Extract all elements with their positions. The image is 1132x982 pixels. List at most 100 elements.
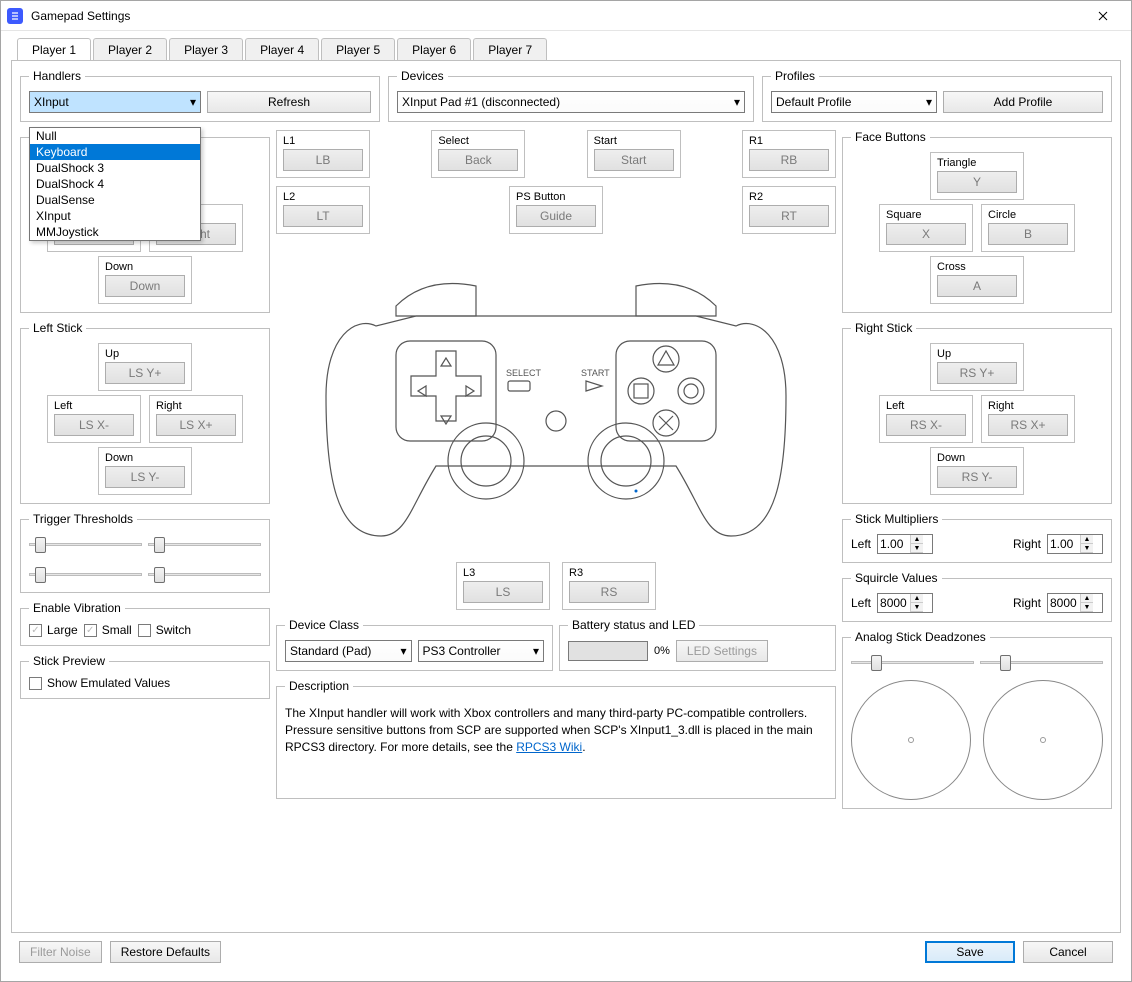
handler-dropdown[interactable]: Null Keyboard DualShock 3 DualShock 4 Du…: [29, 127, 201, 241]
ls-down-button[interactable]: LS Y-: [105, 466, 185, 488]
mult-left-input[interactable]: [878, 537, 910, 551]
tab-player-3[interactable]: Player 3: [169, 38, 243, 62]
tab-player-1[interactable]: Player 1: [17, 38, 91, 62]
show-emulated-check[interactable]: Show Emulated Values: [29, 676, 261, 690]
l1-button[interactable]: LB: [283, 149, 363, 171]
spin-up-icon[interactable]: ▲: [1081, 535, 1093, 544]
dpad-down-label: Down: [105, 261, 185, 273]
tab-player-2[interactable]: Player 2: [93, 38, 167, 62]
handler-combo[interactable]: XInput ▾: [29, 91, 201, 113]
app-icon: [7, 8, 23, 24]
profile-combo[interactable]: Default Profile ▾: [771, 91, 937, 113]
mult-right-input[interactable]: [1048, 537, 1080, 551]
handler-opt-mmjoystick[interactable]: MMJoystick: [30, 224, 200, 240]
spin-up-icon[interactable]: ▲: [911, 535, 923, 544]
rs-up-button[interactable]: RS Y+: [937, 362, 1017, 384]
vibration-small-check[interactable]: ✓Small: [84, 623, 132, 637]
tab-player-6[interactable]: Player 6: [397, 38, 471, 62]
spin-down-icon[interactable]: ▼: [911, 544, 923, 553]
vibration-switch-check[interactable]: Switch: [138, 623, 191, 637]
ps-label: PS Button: [516, 191, 596, 203]
device-class-value: Standard (Pad): [290, 644, 371, 658]
start-label: Start: [594, 135, 674, 147]
vibration-legend: Enable Vibration: [29, 601, 125, 615]
r2-label: R2: [749, 191, 829, 203]
description-text: The XInput handler will work with Xbox c…: [285, 705, 827, 755]
rpcs3-wiki-link[interactable]: RPCS3 Wiki: [516, 740, 582, 754]
restore-defaults-button[interactable]: Restore Defaults: [110, 941, 221, 963]
ls-left-button[interactable]: LS X-: [54, 414, 134, 436]
spin-up-icon[interactable]: ▲: [911, 594, 923, 603]
spin-down-icon[interactable]: ▼: [911, 603, 923, 612]
handlers-group: Handlers XInput ▾ Refresh Null Keyboard …: [20, 69, 380, 122]
rs-left-button[interactable]: RS X-: [886, 414, 966, 436]
dpad-down-button[interactable]: Down: [105, 275, 185, 297]
device-product-combo[interactable]: PS3 Controller▾: [418, 640, 545, 662]
handler-opt-xinput[interactable]: XInput: [30, 208, 200, 224]
circle-label: Circle: [988, 209, 1068, 221]
spin-up-icon[interactable]: ▲: [1081, 594, 1093, 603]
squircle-right-spin[interactable]: ▲▼: [1047, 593, 1103, 613]
start-button[interactable]: Start: [594, 149, 674, 171]
handler-opt-null[interactable]: Null: [30, 128, 200, 144]
mult-right-spin[interactable]: ▲▼: [1047, 534, 1103, 554]
ls-up-button[interactable]: LS Y+: [105, 362, 185, 384]
select-button[interactable]: Back: [438, 149, 518, 171]
add-profile-button[interactable]: Add Profile: [943, 91, 1103, 113]
l3-button[interactable]: LS: [463, 581, 543, 603]
cancel-button[interactable]: Cancel: [1023, 941, 1113, 963]
left-trigger-slider[interactable]: [29, 534, 142, 554]
squircle-left-input[interactable]: [878, 596, 910, 610]
handler-opt-keyboard[interactable]: Keyboard: [30, 144, 200, 160]
close-button[interactable]: [1081, 2, 1125, 30]
tab-player-7[interactable]: Player 7: [473, 38, 547, 62]
deadzone-right-slider[interactable]: [980, 652, 1103, 672]
right-trigger-slider-2[interactable]: [148, 564, 261, 584]
right-trigger-slider[interactable]: [148, 534, 261, 554]
squircle-left-spin[interactable]: ▲▼: [877, 593, 933, 613]
chevron-down-icon: ▾: [926, 95, 932, 109]
rs-down-button[interactable]: RS Y-: [937, 466, 1017, 488]
deadzone-left-slider[interactable]: [851, 652, 974, 672]
l1-label: L1: [283, 135, 363, 147]
l2-button[interactable]: LT: [283, 205, 363, 227]
refresh-button[interactable]: Refresh: [207, 91, 371, 113]
r2-button[interactable]: RT: [749, 205, 829, 227]
battery-group: Battery status and LED 0% LED Settings: [559, 618, 836, 671]
squircle-right-input[interactable]: [1048, 596, 1080, 610]
ls-down-label: Down: [105, 452, 185, 464]
ls-up-label: Up: [105, 348, 185, 360]
spin-down-icon[interactable]: ▼: [1081, 544, 1093, 553]
tab-player-4[interactable]: Player 4: [245, 38, 319, 62]
titlebar[interactable]: Gamepad Settings: [1, 1, 1131, 31]
vibration-group: Enable Vibration ✓Large ✓Small Switch: [20, 601, 270, 646]
led-settings-button[interactable]: LED Settings: [676, 640, 768, 662]
stick-preview-legend: Stick Preview: [29, 654, 109, 668]
spin-down-icon[interactable]: ▼: [1081, 603, 1093, 612]
save-button[interactable]: Save: [925, 941, 1015, 963]
square-label: Square: [886, 209, 966, 221]
device-selected: XInput Pad #1 (disconnected): [402, 95, 560, 109]
handler-opt-ds3[interactable]: DualShock 3: [30, 160, 200, 176]
triangle-button[interactable]: Y: [937, 171, 1017, 193]
left-trigger-slider-2[interactable]: [29, 564, 142, 584]
rs-right-button[interactable]: RS X+: [988, 414, 1068, 436]
device-combo[interactable]: XInput Pad #1 (disconnected) ▾: [397, 91, 745, 113]
handler-opt-dualsense[interactable]: DualSense: [30, 192, 200, 208]
cross-label: Cross: [937, 261, 1017, 273]
tab-panel: Handlers XInput ▾ Refresh Null Keyboard …: [11, 60, 1121, 933]
r1-button[interactable]: RB: [749, 149, 829, 171]
stick-mult-legend: Stick Multipliers: [851, 512, 942, 526]
vibration-large-check[interactable]: ✓Large: [29, 623, 78, 637]
ps-button[interactable]: Guide: [516, 205, 596, 227]
circle-button[interactable]: B: [988, 223, 1068, 245]
tab-player-5[interactable]: Player 5: [321, 38, 395, 62]
cross-button[interactable]: A: [937, 275, 1017, 297]
mult-left-spin[interactable]: ▲▼: [877, 534, 933, 554]
square-button[interactable]: X: [886, 223, 966, 245]
handler-opt-ds4[interactable]: DualShock 4: [30, 176, 200, 192]
ls-right-button[interactable]: LS X+: [156, 414, 236, 436]
device-class-combo[interactable]: Standard (Pad)▾: [285, 640, 412, 662]
r3-button[interactable]: RS: [569, 581, 649, 603]
filter-noise-button[interactable]: Filter Noise: [19, 941, 102, 963]
